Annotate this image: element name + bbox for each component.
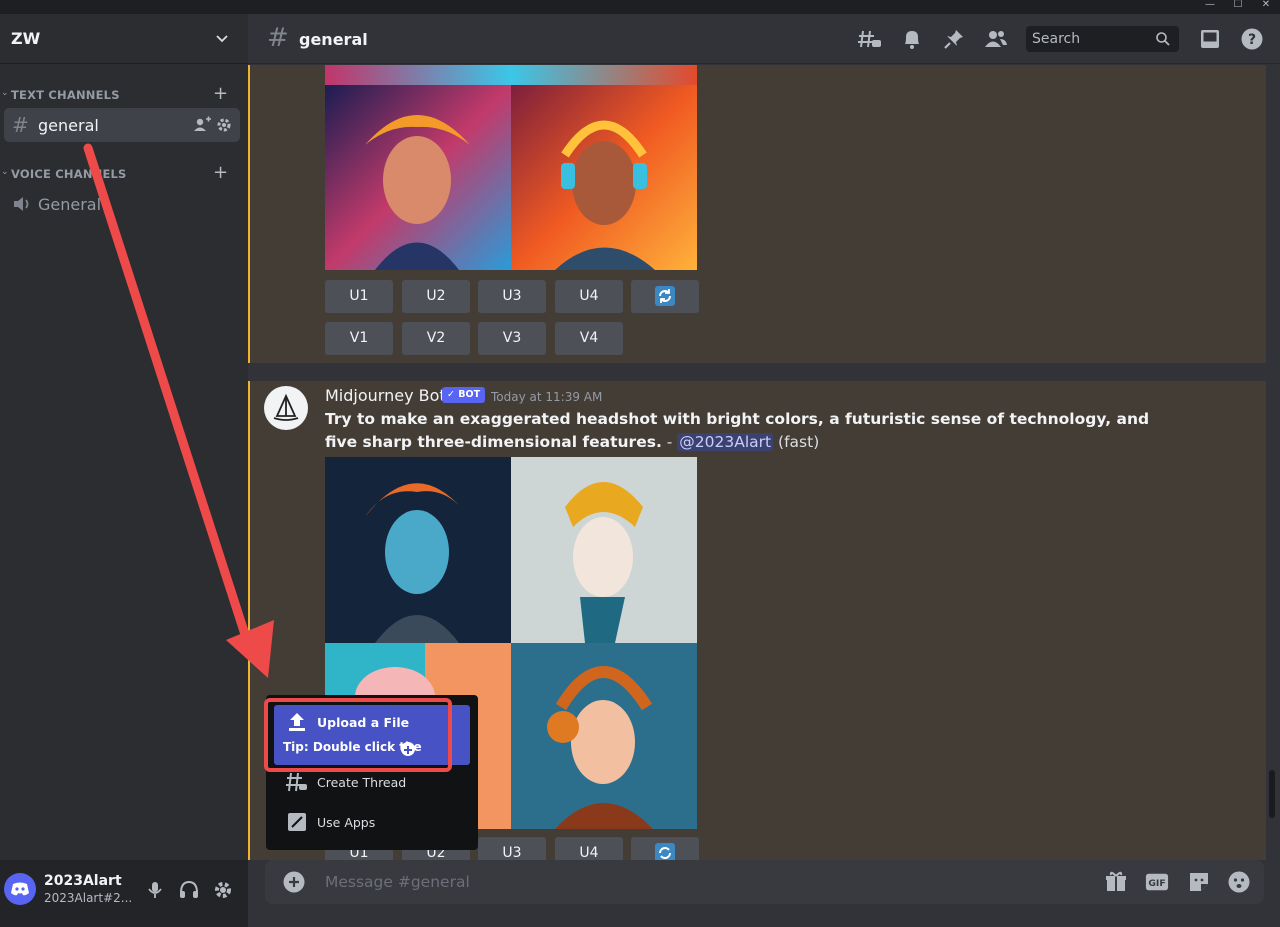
chevron-down-icon: ⌄	[1, 167, 9, 177]
user-tag: 2023Alart#2...	[44, 891, 133, 905]
bell-icon[interactable]	[900, 27, 924, 51]
server-header[interactable]: ZW	[0, 14, 248, 64]
hash-icon: #	[267, 23, 289, 53]
svg-text:GIF: GIF	[1148, 878, 1165, 889]
message-author[interactable]: Midjourney Bot	[325, 386, 446, 405]
apps-icon	[288, 813, 306, 831]
chevron-down-icon	[216, 35, 228, 43]
user-mention[interactable]: @2023Alart	[677, 433, 774, 451]
microphone-icon[interactable]	[144, 879, 166, 901]
user-panel: 2023Alart 2023Alart#2...	[0, 860, 248, 927]
headphones-icon[interactable]	[178, 879, 200, 901]
threads-icon[interactable]	[858, 27, 882, 51]
variation-button-1[interactable]: V1	[325, 322, 393, 355]
message-timestamp: Today at 11:39 AM	[491, 390, 603, 404]
maximize-icon[interactable]: ☐	[1224, 0, 1252, 14]
upscale-button-3[interactable]: U3	[478, 837, 546, 860]
close-icon[interactable]: ✕	[1252, 0, 1280, 14]
username: 2023Alart	[44, 873, 122, 889]
channel-title: general	[299, 30, 368, 49]
category-voice-channels[interactable]: ⌄ VOICE CHANNELS +	[0, 164, 248, 183]
search-icon	[1156, 32, 1170, 46]
add-channel-icon[interactable]: +	[213, 164, 228, 182]
channel-sidebar: ZW ⌄ TEXT CHANNELS + # general ⌄ VOICE C…	[0, 14, 248, 927]
channel-label: General	[38, 195, 102, 214]
upscale-button-4[interactable]: U4	[555, 837, 623, 860]
upscale-button-4[interactable]: U4	[555, 280, 623, 313]
help-icon[interactable]: ?	[1240, 27, 1264, 51]
upscale-button-1[interactable]: U1	[325, 280, 393, 313]
avatar[interactable]	[4, 873, 36, 905]
channel-label: general	[38, 116, 99, 135]
gif-icon[interactable]: GIF	[1145, 870, 1169, 894]
separator: -	[661, 433, 678, 451]
message-divider	[248, 363, 1266, 381]
variation-button-2[interactable]: V2	[402, 322, 470, 355]
refresh-icon	[655, 843, 675, 860]
title-bar: — ☐ ✕	[0, 0, 1280, 14]
thread-icon	[286, 772, 307, 792]
bot-badge: ✓ BOT	[442, 387, 486, 403]
category-label: TEXT CHANNELS	[11, 88, 120, 102]
mode-label: (fast)	[778, 433, 820, 451]
refresh-icon	[655, 286, 675, 306]
variation-button-3[interactable]: V3	[478, 322, 546, 355]
channel-general[interactable]: # general	[4, 108, 240, 142]
gift-icon[interactable]	[1104, 870, 1128, 894]
variation-button-4[interactable]: V4	[555, 322, 623, 355]
members-icon[interactable]	[984, 27, 1008, 51]
channel-voice-general[interactable]: General	[4, 187, 240, 221]
discord-logo-icon	[11, 882, 29, 896]
image-grid[interactable]	[325, 65, 697, 270]
use-apps-item[interactable]: Use Apps	[274, 805, 470, 839]
minimize-icon[interactable]: —	[1196, 0, 1224, 14]
reroll-button[interactable]	[631, 280, 699, 313]
menu-item-label: Create Thread	[317, 775, 407, 790]
emoji-icon[interactable]	[1227, 870, 1251, 894]
midjourney-logo-icon	[273, 393, 299, 421]
search-box[interactable]	[1026, 26, 1179, 52]
chevron-down-icon: ⌄	[1, 88, 9, 98]
message-content: Try to make an exaggerated headshot with…	[325, 408, 1185, 454]
pin-icon[interactable]	[942, 27, 966, 51]
scrollbar-thumb[interactable]	[1269, 770, 1275, 818]
gear-icon[interactable]	[212, 879, 234, 901]
discord-window: — ☐ ✕ ZW ⌄ TEXT CHANNELS + # general ⌄ V…	[0, 0, 1280, 927]
inbox-icon[interactable]	[1198, 27, 1222, 51]
channel-header: # general ?	[248, 14, 1280, 64]
upscale-button-3[interactable]: U3	[478, 280, 546, 313]
category-label: VOICE CHANNELS	[11, 167, 127, 181]
invite-settings-icons[interactable]	[192, 116, 232, 134]
generated-image-grid[interactable]	[325, 65, 697, 270]
upscale-button-2[interactable]: U2	[402, 280, 470, 313]
svg-text:?: ?	[1248, 32, 1256, 48]
avatar[interactable]	[264, 386, 308, 430]
message-composer: GIF	[265, 860, 1264, 904]
hash-icon: #	[12, 113, 29, 137]
category-text-channels[interactable]: ⌄ TEXT CHANNELS +	[0, 85, 248, 104]
menu-item-label: Use Apps	[317, 815, 376, 830]
speaker-icon	[14, 197, 29, 211]
plus-circle-icon[interactable]	[283, 871, 305, 893]
add-channel-icon[interactable]: +	[213, 85, 228, 103]
server-name: ZW	[11, 29, 41, 48]
annotation-highlight-box	[264, 698, 452, 772]
message-input[interactable]	[325, 872, 1085, 892]
sticker-icon[interactable]	[1187, 870, 1211, 894]
search-input[interactable]	[1032, 30, 1152, 48]
reroll-button[interactable]	[631, 837, 699, 860]
